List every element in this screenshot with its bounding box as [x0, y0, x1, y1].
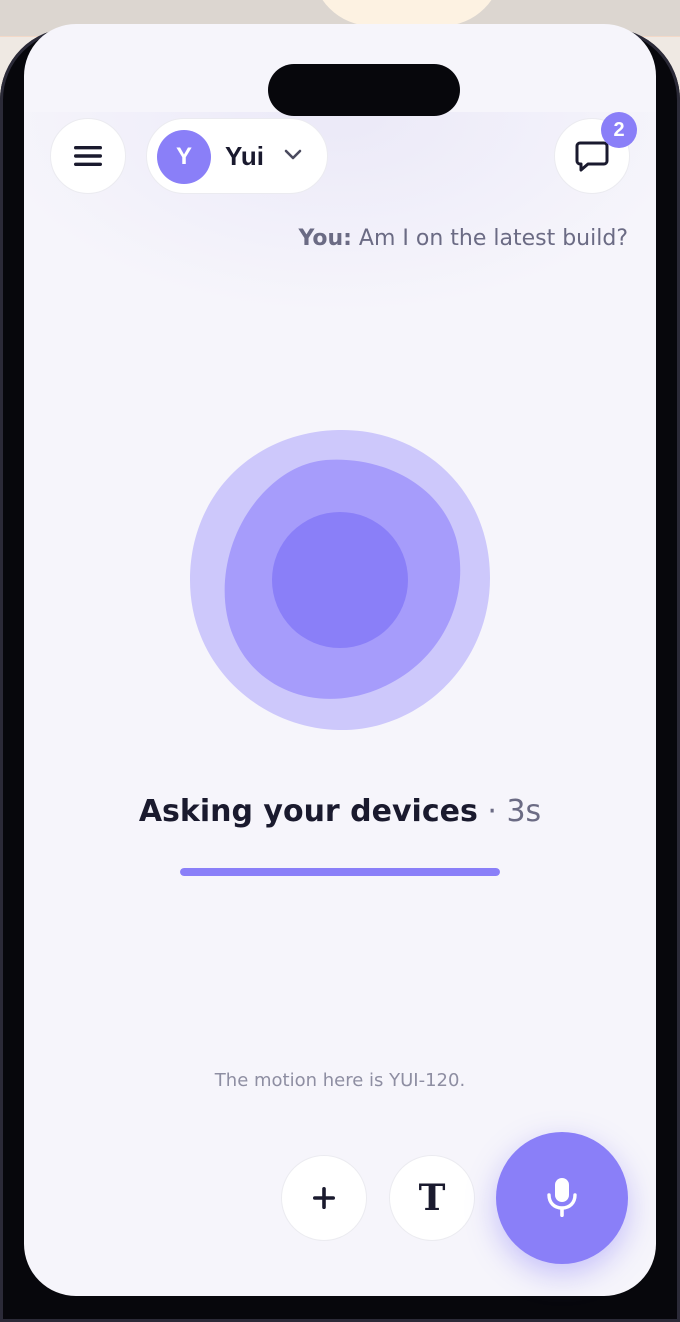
microphone-icon	[547, 1178, 577, 1217]
hamburger-menu-icon	[74, 146, 102, 166]
status-progress-fill	[180, 868, 500, 876]
avatar: Y	[157, 130, 211, 184]
microphone-button[interactable]	[496, 1132, 628, 1264]
speaker-label: You:	[298, 226, 352, 251]
chevron-down-icon	[284, 149, 302, 160]
profile-name: Yui	[225, 141, 265, 171]
status-elapsed: 3s	[506, 794, 542, 829]
status-separator: ·	[477, 794, 507, 829]
dynamic-island	[268, 64, 460, 116]
orb-core	[272, 512, 408, 648]
text-mode-icon: T	[418, 1177, 446, 1219]
status-progress-bar	[180, 868, 500, 876]
messages-count-badge: 2	[601, 112, 637, 148]
status-title: Asking your devices	[138, 794, 478, 829]
profile-switcher[interactable]: Y Yui	[146, 118, 328, 194]
message-text: Am I on the latest build?	[351, 226, 628, 251]
footnote: The motion here is YUI-120.	[214, 1070, 466, 1091]
menu-button[interactable]	[50, 118, 126, 194]
status-line: Asking your devices · 3s	[0, 794, 680, 829]
voice-activity-orb	[190, 429, 490, 731]
last-user-message: You: Am I on the latest build?	[298, 226, 628, 251]
chat-bubble-icon	[575, 141, 609, 172]
add-button[interactable]	[281, 1155, 367, 1241]
text-mode-button[interactable]: T	[389, 1155, 475, 1241]
plus-icon	[313, 1187, 335, 1209]
